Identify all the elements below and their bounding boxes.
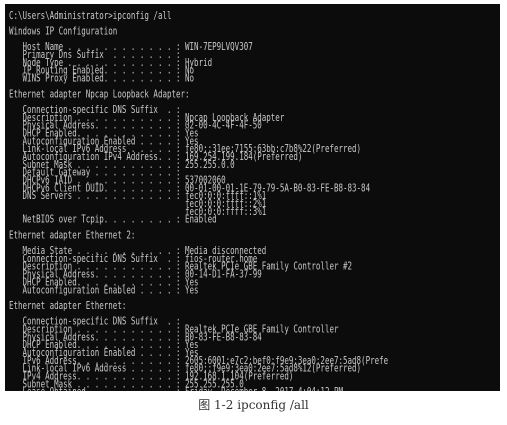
command-prompt-window[interactable]: C:\Users\Administrator>ipconfig /all Wind… — [5, 4, 500, 391]
figure-caption: 图 1-2 ipconfig /all — [198, 398, 309, 412]
console-line: Ethernet adapter Ethernet 2: — [9, 229, 136, 242]
console-line: Ethernet adapter Npcap Loopback Adapter: — [9, 88, 190, 101]
console-line: Autoconfiguration Enabled . . . . : Yes — [9, 284, 199, 297]
console-line: Windows IP Configuration — [9, 25, 118, 38]
console-line: Lease Obtained. . . . . . . . . . : Frid… — [9, 387, 500, 391]
console-line: Ethernet adapter Ethernet: — [9, 300, 127, 312]
console-line: WINS Proxy Enabled. . . . . . . . : No — [9, 72, 195, 85]
console-output: C:\Users\Administrator>ipconfig /all Wind… — [9, 10, 500, 391]
console-line: C:\Users\Administrator>ipconfig /all — [9, 10, 172, 22]
